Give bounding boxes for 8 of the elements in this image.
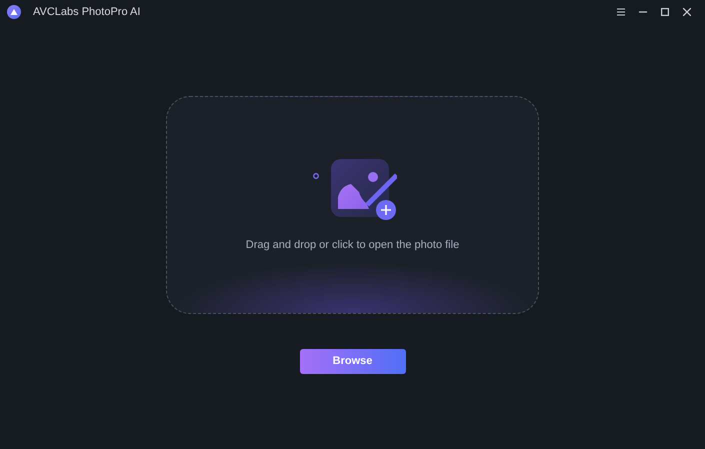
close-icon[interactable] [680,5,694,19]
drop-prompt: Drag and drop or click to open the photo file [246,238,460,253]
window-title: AVCLabs PhotoPro AI [33,4,140,20]
app-logo-icon [7,5,21,19]
add-photo-icon [310,159,396,221]
browse-button[interactable]: Browse [300,349,406,374]
drop-zone[interactable]: Drag and drop or click to open the photo file [166,96,539,314]
maximize-icon[interactable] [658,5,672,19]
